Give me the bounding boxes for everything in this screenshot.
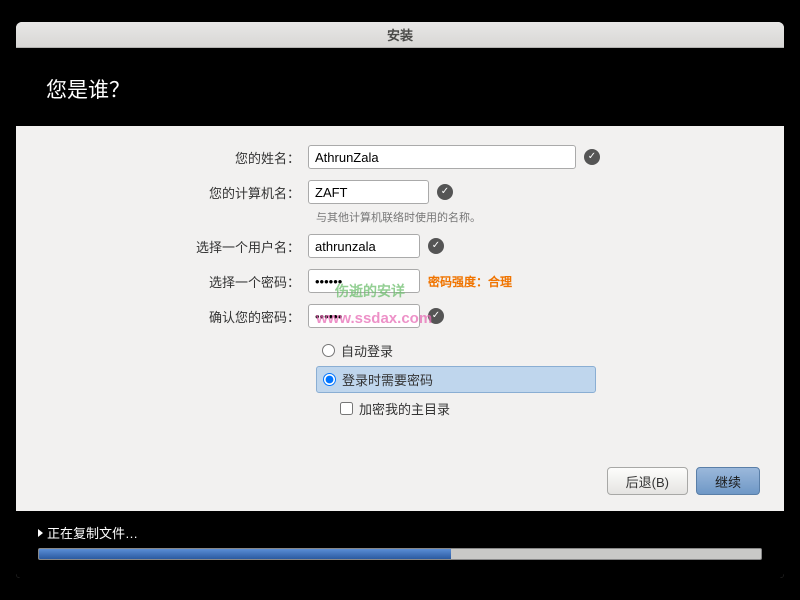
username-label: 选择一个用户名： (46, 237, 308, 256)
confirm-input[interactable] (308, 304, 420, 328)
progress-text: 正在复制文件… (47, 523, 138, 542)
back-button[interactable]: 后退(B) (607, 467, 688, 495)
triangle-icon (38, 529, 43, 537)
check-icon: ✓ (584, 149, 600, 165)
password-strength: 密码强度：合理 (428, 273, 512, 290)
check-icon: ✓ (428, 238, 444, 254)
encrypt-home-label: 加密我的主目录 (359, 399, 450, 418)
progress-fill (39, 549, 451, 559)
button-bar: 后退(B) 继续 (16, 457, 784, 511)
hostname-label: 您的计算机名： (46, 183, 308, 202)
auto-login-radio[interactable] (322, 344, 335, 357)
encrypt-home-checkbox[interactable] (340, 402, 353, 415)
encrypt-home-option[interactable]: 加密我的主目录 (334, 396, 754, 421)
password-label: 选择一个密码： (46, 272, 308, 291)
check-icon: ✓ (437, 184, 453, 200)
page-header: 您是谁？ (16, 48, 784, 126)
require-password-option[interactable]: 登录时需要密码 (316, 366, 596, 393)
form-area: 您的姓名： ✓ 您的计算机名： ✓ 与其他计算机联络时使用的名称。 选择一个用户… (16, 126, 784, 457)
continue-button[interactable]: 继续 (696, 467, 760, 495)
auto-login-label: 自动登录 (341, 341, 393, 360)
page-title: 您是谁？ (46, 79, 130, 102)
titlebar: 安装 (16, 22, 784, 48)
username-input[interactable] (308, 234, 420, 258)
hostname-hint: 与其他计算机联络时使用的名称。 (316, 209, 754, 225)
password-input[interactable] (308, 269, 420, 293)
progress-section: 正在复制文件… (16, 511, 784, 578)
progress-bar (38, 548, 762, 560)
window-title: 安装 (387, 25, 413, 44)
name-input[interactable] (308, 145, 576, 169)
auto-login-option[interactable]: 自动登录 (316, 338, 754, 363)
name-label: 您的姓名： (46, 148, 308, 167)
require-password-radio[interactable] (323, 373, 336, 386)
progress-toggle[interactable]: 正在复制文件… (38, 523, 762, 542)
check-icon: ✓ (428, 308, 444, 324)
confirm-label: 确认您的密码： (46, 307, 308, 326)
hostname-input[interactable] (308, 180, 429, 204)
require-password-label: 登录时需要密码 (342, 370, 433, 389)
installer-window: 安装 您是谁？ 您的姓名： ✓ 您的计算机名： ✓ 与其他计算机联络时使用的名称… (16, 22, 784, 578)
